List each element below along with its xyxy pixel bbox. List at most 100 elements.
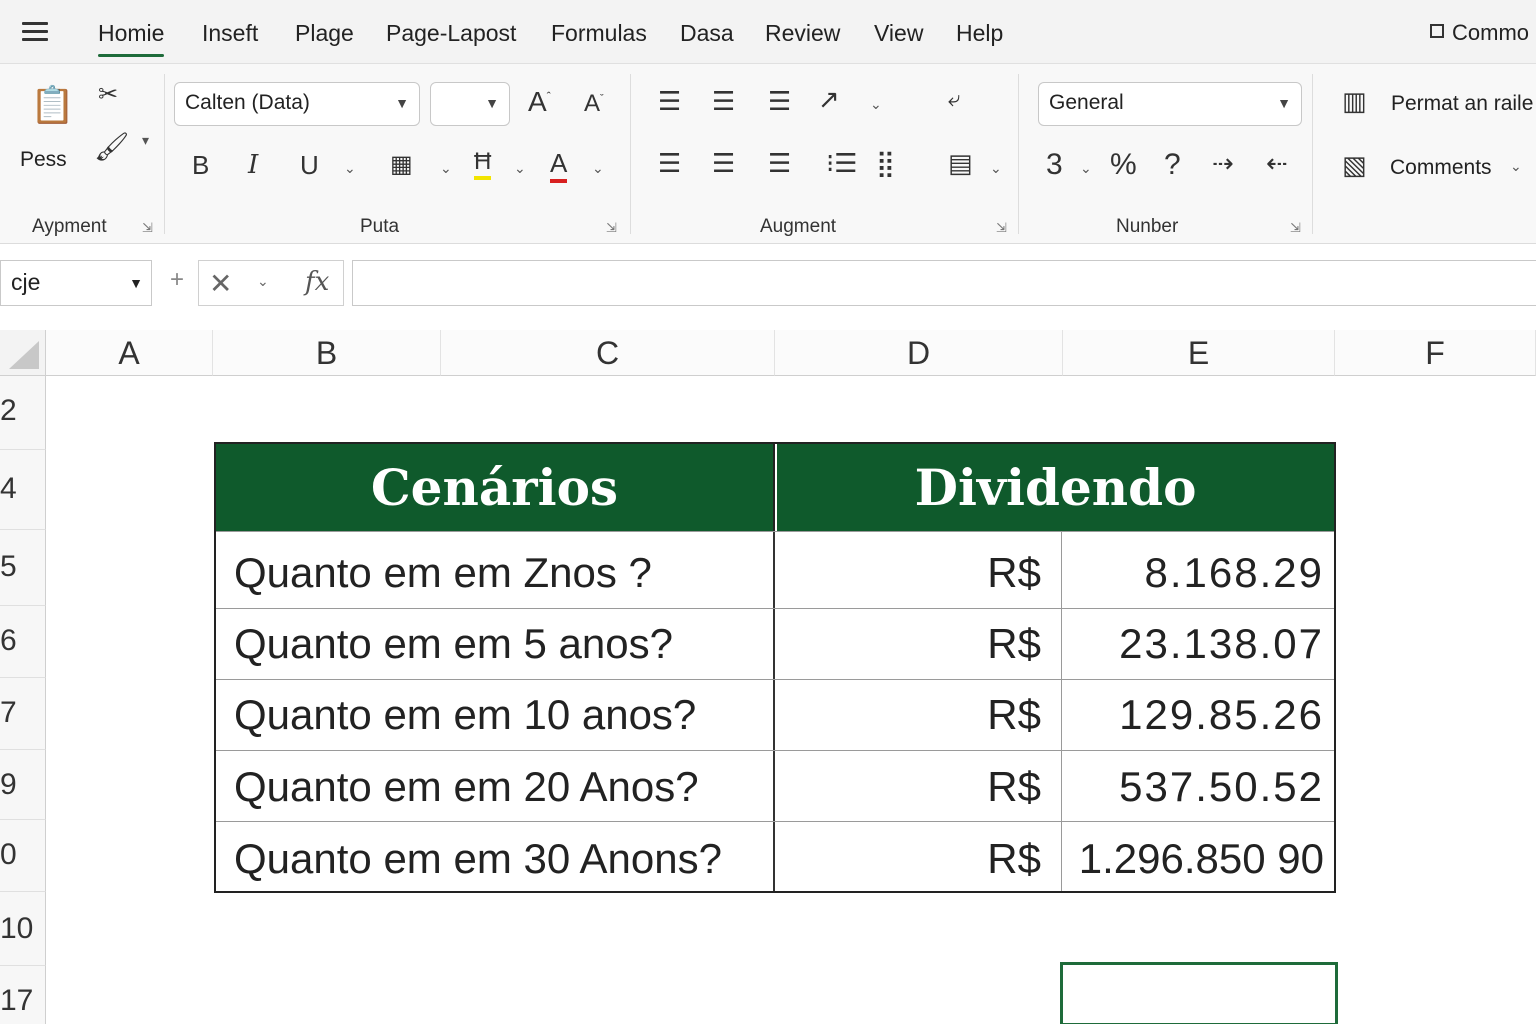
- tab-insert[interactable]: Inseft: [202, 20, 258, 47]
- paste-label[interactable]: Pess: [20, 148, 67, 172]
- fill-color-icon[interactable]: Ħ: [474, 148, 492, 180]
- decrease-font-icon[interactable]: Aˇ: [584, 90, 604, 118]
- selected-cell[interactable]: [1060, 962, 1338, 1024]
- currency-cell[interactable]: R$: [777, 751, 1062, 821]
- align-left-icon[interactable]: ☰: [658, 148, 681, 179]
- clipboard-chevron-icon[interactable]: ▾: [142, 132, 149, 149]
- percent-icon[interactable]: %: [1110, 148, 1137, 182]
- format-painter-icon[interactable]: 🖌: [94, 130, 130, 163]
- conditional-format-label[interactable]: Permat an raile: [1391, 92, 1533, 116]
- font-name-dropdown[interactable]: Calten (Data) ▼: [174, 82, 420, 126]
- align-right-icon[interactable]: ☰: [768, 148, 791, 179]
- clipboard-launcher-icon[interactable]: ⇲: [142, 220, 153, 236]
- number-format-dropdown[interactable]: General ▼: [1038, 82, 1302, 126]
- merge-icon[interactable]: ⣿: [876, 148, 895, 179]
- font-size-dropdown[interactable]: ▼: [430, 82, 510, 126]
- value-cell[interactable]: 537.50.52: [1063, 751, 1334, 821]
- chevron-down-icon[interactable]: ⌄: [257, 273, 269, 290]
- align-middle-icon[interactable]: ☰: [712, 86, 735, 117]
- cancel-icon[interactable]: ✕: [209, 267, 232, 300]
- hamburger-menu-icon[interactable]: [22, 22, 48, 44]
- column-header-c[interactable]: C: [441, 330, 775, 376]
- font-launcher-icon[interactable]: ⇲: [606, 220, 617, 236]
- insert-function-icon[interactable]: fx: [305, 267, 329, 297]
- cut-icon[interactable]: ✂: [98, 80, 118, 109]
- tab-page[interactable]: Plage: [295, 20, 354, 47]
- underline-chevron-icon[interactable]: ⌄: [344, 160, 356, 177]
- conditional-format-icon[interactable]: ▥: [1342, 86, 1367, 117]
- value-cell[interactable]: 129.85.26: [1063, 680, 1334, 750]
- alignment-launcher-icon[interactable]: ⇲: [996, 220, 1007, 236]
- comments-ribbon-icon[interactable]: ▧: [1342, 150, 1367, 181]
- currency-cell[interactable]: R$: [777, 680, 1062, 750]
- tab-home[interactable]: Homie: [98, 20, 165, 57]
- column-header-e[interactable]: E: [1063, 330, 1335, 376]
- paste-icon[interactable]: 📋: [30, 84, 75, 126]
- scenario-cell[interactable]: Quanto em em 5 anos?: [216, 609, 775, 679]
- orientation-chevron-icon[interactable]: ⌄: [870, 96, 882, 113]
- increase-font-icon[interactable]: Aˆ: [528, 86, 551, 118]
- value-cell[interactable]: 23.138.07: [1063, 609, 1334, 679]
- borders-chevron-icon[interactable]: ⌄: [440, 160, 452, 177]
- currency-cell[interactable]: R$: [777, 609, 1062, 679]
- scenario-cell[interactable]: Quanto em em 20 Anos?: [216, 751, 775, 821]
- row-header[interactable]: 2: [0, 376, 46, 450]
- align-top-icon[interactable]: ☰: [658, 86, 681, 117]
- select-all-corner[interactable]: [0, 330, 46, 376]
- row-header[interactable]: 17: [0, 966, 46, 1024]
- tab-help[interactable]: Help: [956, 20, 1003, 47]
- font-color-chevron-icon[interactable]: ⌄: [592, 160, 604, 177]
- borders-icon[interactable]: ▦: [390, 150, 413, 179]
- value-cell[interactable]: 1.296.850 90: [1063, 822, 1334, 891]
- number-launcher-icon[interactable]: ⇲: [1290, 220, 1301, 236]
- comments-button[interactable]: Commo: [1430, 20, 1529, 46]
- italic-icon[interactable]: I: [248, 150, 258, 180]
- merge-chevron-icon[interactable]: ⌄: [990, 160, 1002, 177]
- expand-icon[interactable]: +: [170, 266, 184, 294]
- column-header-f[interactable]: F: [1335, 330, 1536, 376]
- comments-ribbon-label[interactable]: Comments: [1390, 156, 1492, 180]
- tab-page-layout[interactable]: Page-Lapost: [386, 20, 516, 47]
- tab-view[interactable]: View: [874, 20, 923, 47]
- merge-center-icon[interactable]: ▤: [948, 148, 973, 179]
- tab-review[interactable]: Review: [765, 20, 840, 47]
- tab-formulas[interactable]: Formulas: [551, 20, 647, 47]
- row-header[interactable]: 6: [0, 606, 46, 678]
- scenario-cell[interactable]: Quanto em em Znos ?: [216, 532, 775, 608]
- name-box[interactable]: cje ▼: [0, 260, 152, 306]
- column-header-b[interactable]: B: [213, 330, 441, 376]
- name-box-value: cje: [11, 269, 41, 295]
- bold-icon[interactable]: B: [192, 150, 209, 181]
- formula-input[interactable]: [352, 260, 1536, 306]
- row-header[interactable]: 5: [0, 530, 46, 606]
- scenario-cell[interactable]: Quanto em em 30 Anons?: [216, 822, 775, 891]
- currency-cell[interactable]: R$: [777, 822, 1062, 891]
- align-center-icon[interactable]: ☰: [712, 148, 735, 179]
- column-header-a[interactable]: A: [46, 330, 213, 376]
- increase-decimal-icon[interactable]: ⇢: [1212, 148, 1234, 179]
- row-header[interactable]: 10: [0, 892, 46, 966]
- underline-icon[interactable]: U: [300, 150, 319, 181]
- header-cenarios[interactable]: Cenários: [216, 444, 775, 531]
- comments-chevron-icon[interactable]: ⌄: [1510, 158, 1522, 175]
- row-header[interactable]: 7: [0, 678, 46, 750]
- font-color-icon[interactable]: A: [550, 148, 568, 183]
- wrap-text-icon[interactable]: ⤶: [948, 86, 960, 112]
- orientation-icon[interactable]: ↗: [818, 84, 840, 115]
- tab-data[interactable]: Dasa: [680, 20, 734, 47]
- row-header[interactable]: 0: [0, 820, 46, 892]
- currency-cell[interactable]: R$: [777, 532, 1062, 608]
- row-header[interactable]: 9: [0, 750, 46, 820]
- currency-icon[interactable]: 3: [1046, 148, 1063, 182]
- indent-icon[interactable]: ⁝☰: [826, 148, 858, 179]
- scenario-cell[interactable]: Quanto em em 10 anos?: [216, 680, 775, 750]
- header-dividendo[interactable]: Dividendo: [777, 444, 1334, 531]
- column-header-d[interactable]: D: [775, 330, 1063, 376]
- value-cell[interactable]: 8.168.29: [1063, 532, 1334, 608]
- comma-style-icon[interactable]: ?: [1164, 148, 1181, 182]
- fill-color-chevron-icon[interactable]: ⌄: [514, 160, 526, 177]
- currency-chevron-icon[interactable]: ⌄: [1080, 160, 1092, 177]
- align-bottom-icon[interactable]: ☰: [768, 86, 791, 117]
- decrease-decimal-icon[interactable]: ⇠: [1266, 148, 1288, 179]
- row-header[interactable]: 4: [0, 450, 46, 530]
